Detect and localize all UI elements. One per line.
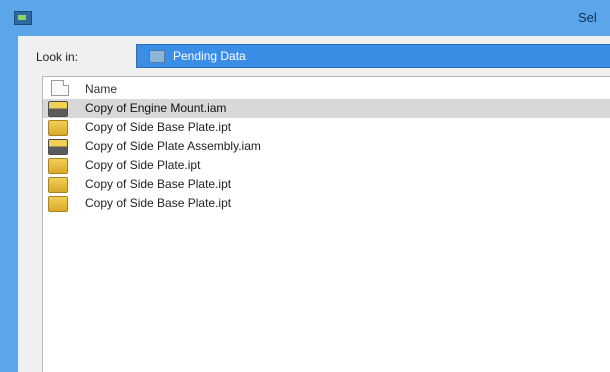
assembly-file-icon xyxy=(48,101,68,117)
file-row[interactable]: Copy of Side Base Plate.ipt xyxy=(43,118,610,137)
dialog-content: Look in: Pending Data Name Copy of Engin… xyxy=(18,36,610,372)
file-name: Copy of Side Plate.ipt xyxy=(85,158,201,172)
window-frame-left xyxy=(0,36,18,372)
file-dialog-window: Sel Look in: Pending Data Name Copy of E… xyxy=(0,0,610,372)
look-in-label: Look in: xyxy=(36,50,79,64)
title-bar[interactable]: Sel xyxy=(0,0,610,36)
column-header-name[interactable]: Name xyxy=(43,77,610,99)
file-name: Copy of Engine Mount.iam xyxy=(85,101,227,115)
look-in-dropdown[interactable]: Pending Data xyxy=(136,44,610,68)
file-name: Copy of Side Base Plate.ipt xyxy=(85,177,232,191)
part-file-icon xyxy=(48,158,68,174)
app-icon xyxy=(14,11,32,25)
file-name: Copy of Side Base Plate.ipt xyxy=(85,120,232,134)
document-icon xyxy=(51,80,69,96)
part-file-icon xyxy=(48,177,68,193)
part-file-icon xyxy=(48,120,68,136)
file-row[interactable]: Copy of Side Base Plate.ipt xyxy=(43,194,610,213)
file-name: Copy of Side Plate Assembly.iam xyxy=(85,139,261,153)
file-row[interactable]: Copy of Side Base Plate.ipt xyxy=(43,175,610,194)
file-row[interactable]: Copy of Side Plate.ipt xyxy=(43,156,610,175)
look-in-value: Pending Data xyxy=(173,49,246,63)
column-header-label: Name xyxy=(85,82,118,96)
file-list[interactable]: Name Copy of Engine Mount.iam Copy of Sid… xyxy=(42,76,610,372)
part-file-icon xyxy=(48,196,68,212)
folder-icon xyxy=(149,50,165,63)
file-name: Copy of Side Base Plate.ipt xyxy=(85,196,232,210)
file-row[interactable]: Copy of Engine Mount.iam xyxy=(43,99,610,118)
file-row[interactable]: Copy of Side Plate Assembly.iam xyxy=(43,137,610,156)
assembly-file-icon xyxy=(48,139,68,155)
window-title: Sel xyxy=(578,10,597,25)
file-rows: Copy of Engine Mount.iam Copy of Side Bas… xyxy=(43,99,610,213)
